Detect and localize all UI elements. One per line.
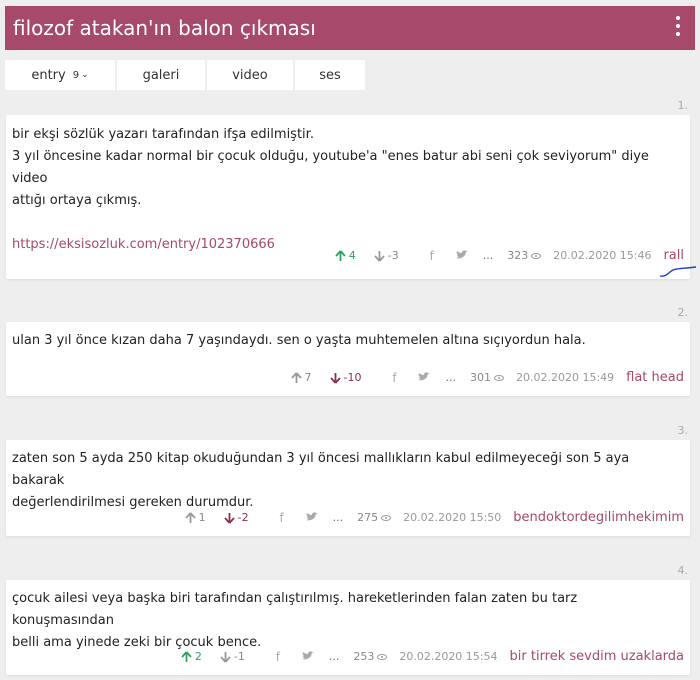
eye-icon [377, 653, 388, 660]
entry-date[interactable]: 20.02.2020 15:49 [516, 371, 614, 384]
more-options-icon[interactable] [675, 16, 681, 40]
entry-content: çocuk ailesi veya başka biri tarafından … [12, 588, 682, 654]
downvote-button[interactable]: -1 [220, 650, 245, 663]
entry-line: zaten son 5 ayda 250 kitap okuduğundan 3… [12, 451, 630, 488]
arrow-up-icon [184, 511, 196, 523]
entry-content: bir ekşi sözlük yazarı tarafından ifşa e… [12, 124, 682, 256]
downvote-count: -1 [233, 650, 245, 663]
handwritten-underline [659, 266, 697, 277]
entry-number: 4. [677, 564, 689, 577]
twitter-icon[interactable] [447, 249, 477, 263]
view-count: 275 [357, 511, 392, 524]
downvote-count: -10 [343, 371, 362, 384]
arrow-down-icon [223, 512, 235, 524]
entry-footer: 2 -1 f ... 253 20.02.2020 15:54 bir tirr… [181, 649, 684, 664]
entry-line: 3 yıl öncesine kadar normal bir çocuk ol… [12, 149, 649, 186]
downvote-button[interactable]: -3 [374, 249, 399, 262]
twitter-icon[interactable] [293, 650, 323, 664]
tab-video[interactable]: video [207, 60, 293, 90]
tab-galeri-label: galeri [142, 67, 180, 83]
entry-line: çocuk ailesi veya başka biri tarafından … [12, 591, 578, 628]
entry-line: attığı ortaya çıkmış. [12, 193, 142, 208]
tab-entry-count: 9 [72, 69, 80, 81]
entry-author[interactable]: bir tirrek sevdim uzaklarda [510, 649, 684, 664]
entry-footer: 4 -3 f ... 323 20.02.2020 15:46 rall [335, 248, 684, 263]
entry-footer: 1 -2 f ... 275 20.02.2020 15:50 bendokto… [184, 510, 684, 525]
topic-title[interactable]: filozof atakan'ın balon çıkması [13, 16, 316, 40]
entry-date[interactable]: 20.02.2020 15:50 [403, 511, 501, 524]
more-actions-button[interactable]: ... [483, 249, 494, 262]
more-actions-button[interactable]: ... [445, 371, 456, 384]
entry-card: çocuk ailesi veya başka biri tarafından … [6, 580, 690, 675]
upvote-button[interactable]: 1 [184, 511, 206, 524]
upvote-count: 4 [348, 249, 356, 262]
entry-link[interactable]: https://eksisozluk.com/entry/102370666 [12, 237, 275, 252]
downvote-count: -2 [237, 511, 249, 524]
entry-author[interactable]: flat head [626, 370, 684, 385]
entry-number: 1. [677, 99, 689, 112]
tab-ses[interactable]: ses [295, 60, 365, 90]
downvote-button[interactable]: -2 [223, 511, 249, 524]
downvote-button[interactable]: -10 [329, 371, 362, 384]
entry-date[interactable]: 20.02.2020 15:46 [553, 249, 651, 262]
upvote-count: 7 [304, 371, 312, 384]
upvote-count: 1 [198, 511, 206, 524]
arrow-down-icon [329, 372, 341, 384]
tab-video-label: video [232, 67, 268, 83]
entry-footer: 7 -10 f ... 301 20.02.2020 15:49 flat he… [290, 370, 684, 385]
eye-icon [531, 252, 542, 259]
upvote-count: 2 [194, 650, 202, 663]
media-tabs: entry 9 ⌄ galeri video ses [5, 60, 365, 90]
arrow-down-icon [374, 250, 385, 262]
arrow-up-icon [335, 249, 346, 261]
view-count-value: 301 [469, 371, 491, 384]
entry-date[interactable]: 20.02.2020 15:54 [399, 650, 497, 663]
twitter-icon[interactable] [297, 511, 327, 525]
tab-entry-label: entry [31, 67, 66, 83]
more-actions-button[interactable]: ... [333, 511, 344, 524]
upvote-button[interactable]: 2 [181, 650, 202, 663]
upvote-button[interactable]: 7 [290, 371, 312, 384]
twitter-icon[interactable] [409, 371, 439, 385]
view-count: 301 [470, 371, 504, 384]
arrow-up-icon [181, 650, 192, 662]
tab-galeri[interactable]: galeri [117, 60, 205, 90]
facebook-icon[interactable]: f [263, 650, 293, 664]
entry-author[interactable]: rall [663, 248, 684, 263]
chevron-down-icon: ⌄ [81, 70, 89, 80]
entry-number: 3. [677, 424, 689, 437]
entry-card: bir ekşi sözlük yazarı tarafından ifşa e… [6, 115, 690, 279]
entry-line: bir ekşi sözlük yazarı tarafından ifşa e… [12, 127, 314, 142]
upvote-button[interactable]: 4 [335, 249, 356, 262]
entry-number: 2. [677, 306, 689, 319]
view-count-value: 253 [353, 650, 375, 663]
topic-header: filozof atakan'ın balon çıkması [5, 6, 695, 50]
tab-entry[interactable]: entry 9 ⌄ [5, 60, 115, 90]
view-count-value: 323 [507, 249, 529, 262]
entry-card: ulan 3 yıl önce kızan daha 7 yaşındaydı.… [6, 322, 690, 396]
entry-card: zaten son 5 ayda 250 kitap okuduğundan 3… [6, 440, 690, 536]
facebook-icon[interactable]: f [379, 371, 409, 385]
facebook-icon[interactable]: f [417, 249, 447, 263]
view-count: 323 [507, 249, 542, 262]
arrow-up-icon [290, 371, 302, 383]
arrow-down-icon [220, 651, 231, 663]
view-count: 253 [353, 650, 388, 663]
tab-ses-label: ses [319, 67, 341, 83]
view-count-value: 275 [357, 511, 379, 524]
eye-icon [381, 514, 392, 521]
entry-line: ulan 3 yıl önce kızan daha 7 yaşındaydı.… [12, 333, 586, 348]
entry-content: ulan 3 yıl önce kızan daha 7 yaşındaydı.… [12, 330, 682, 352]
downvote-count: -3 [387, 249, 399, 262]
eye-icon [493, 374, 504, 381]
more-actions-button[interactable]: ... [329, 650, 340, 663]
entry-content: zaten son 5 ayda 250 kitap okuduğundan 3… [12, 448, 682, 514]
facebook-icon[interactable]: f [267, 511, 297, 525]
entry-author[interactable]: bendoktordegilimhekimim [513, 510, 684, 525]
